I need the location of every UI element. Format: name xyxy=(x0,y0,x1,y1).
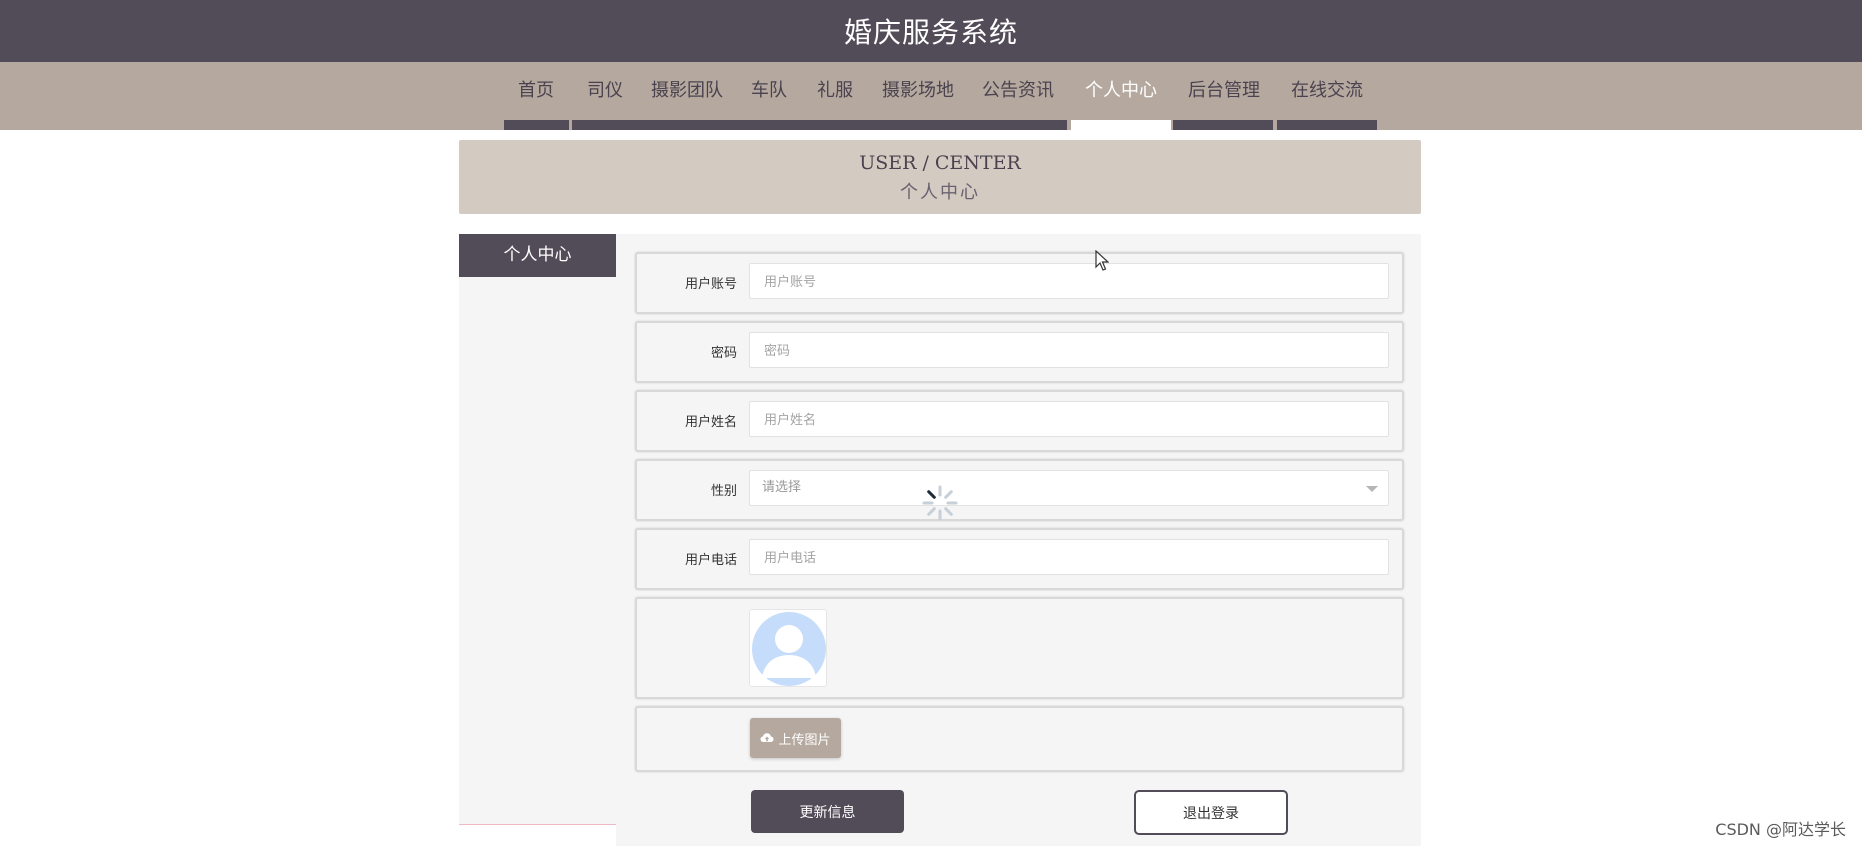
account-label: 用户账号 xyxy=(684,277,737,292)
account-input[interactable] xyxy=(762,264,1380,300)
nav-item-emcee[interactable]: 司仪 xyxy=(575,62,635,120)
password-field-wrap xyxy=(749,332,1389,369)
upload-image-button[interactable]: 上传图片 xyxy=(750,718,841,758)
logout-button[interactable]: 退出登录 xyxy=(1134,790,1288,835)
form-row-upload: 上传图片 xyxy=(635,706,1404,772)
mouse-pointer-icon xyxy=(1095,250,1109,271)
nav-item-photo-team[interactable]: 摄影团队 xyxy=(644,62,730,120)
loading-spinner-icon xyxy=(922,485,958,521)
phone-input[interactable] xyxy=(762,540,1380,576)
gender-select[interactable]: 请选择 xyxy=(749,470,1389,506)
site-title: 婚庆服务系统 xyxy=(843,16,1018,49)
page-banner: USER / CENTER 个人中心 xyxy=(459,140,1421,214)
cloud-upload-icon xyxy=(760,733,774,742)
nav-underline-active xyxy=(1071,120,1171,130)
form-row-account: 用户账号 xyxy=(635,252,1404,314)
nav-item-chat[interactable]: 在线交流 xyxy=(1279,62,1375,120)
nav-underline xyxy=(504,120,569,130)
banner-title-en: USER / CENTER xyxy=(859,152,1021,174)
sidebar-item-user-center[interactable]: 个人中心 xyxy=(459,234,616,277)
name-label: 用户姓名 xyxy=(684,415,737,430)
nav-item-notice[interactable]: 公告资讯 xyxy=(974,62,1062,120)
gender-select-value: 请选择 xyxy=(762,480,802,495)
nav-item-admin[interactable]: 后台管理 xyxy=(1177,62,1271,120)
password-label: 密码 xyxy=(710,346,737,361)
watermark: CSDN @阿达学长 xyxy=(1715,820,1846,839)
banner-title-cn: 个人中心 xyxy=(900,182,980,203)
nav-underline xyxy=(1173,120,1273,130)
nav-item-dress[interactable]: 礼服 xyxy=(805,62,865,120)
top-header: 婚庆服务系统 xyxy=(0,0,1862,62)
profile-form: 用户账号 密码 用户姓名 性别 请选择 用户电话 xyxy=(616,234,1421,846)
nav-item-fleet[interactable]: 车队 xyxy=(738,62,800,120)
upload-image-label: 上传图片 xyxy=(778,732,831,748)
main-nav: 首页 司仪 摄影团队 车队 礼服 摄影场地 公告资讯 个人中心 后台管理 在线交… xyxy=(0,62,1862,130)
nav-underline xyxy=(1277,120,1377,130)
gender-label: 性别 xyxy=(710,484,737,499)
nav-item-user-center[interactable]: 个人中心 xyxy=(1071,62,1171,120)
form-row-password: 密码 xyxy=(635,321,1404,383)
sidebar: 个人中心 xyxy=(459,234,616,825)
form-row-name: 用户姓名 xyxy=(635,390,1404,452)
account-field-wrap xyxy=(749,263,1389,300)
nav-item-venue[interactable]: 摄影场地 xyxy=(873,62,963,120)
phone-field-wrap xyxy=(749,539,1389,576)
name-input[interactable] xyxy=(762,402,1380,438)
form-row-phone: 用户电话 xyxy=(635,528,1404,590)
nav-underline xyxy=(572,120,1067,130)
chevron-down-icon xyxy=(1366,486,1378,492)
form-row-gender: 性别 请选择 xyxy=(635,459,1404,521)
user-avatar-icon xyxy=(752,612,826,686)
form-row-avatar xyxy=(635,597,1404,699)
update-info-button[interactable]: 更新信息 xyxy=(751,790,904,833)
avatar[interactable] xyxy=(749,609,827,687)
phone-label: 用户电话 xyxy=(684,553,737,568)
password-input[interactable] xyxy=(762,333,1380,369)
nav-item-home[interactable]: 首页 xyxy=(504,62,568,120)
name-field-wrap xyxy=(749,401,1389,438)
